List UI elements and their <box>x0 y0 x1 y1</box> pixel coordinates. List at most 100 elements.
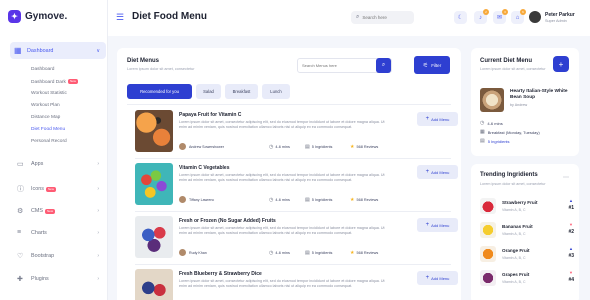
sidebar-subitem[interactable]: Personal Record <box>31 139 67 144</box>
clock-icon: ◷ <box>480 120 485 126</box>
recipe-row: Fresh Blueberry & Strawberry Dice Lorem … <box>135 269 458 300</box>
dish-time: ◷ 4-6 mins <box>480 120 503 126</box>
logo-mark-icon: ✦ <box>8 10 21 23</box>
sidebar-item-cms[interactable]: ⚙ CMS New › <box>17 207 105 215</box>
gift-count: 3 <box>502 9 508 15</box>
recipe-title[interactable]: Fresh or Frozen (No Sugar Added) Fruits <box>179 218 276 224</box>
add-menu-button[interactable]: + Add Menu <box>417 112 458 126</box>
sidebar-item-icons[interactable]: ⓘ Icons New › <box>17 184 105 194</box>
apps-icon: ▭ <box>17 161 24 168</box>
clock-icon: ◷ <box>269 250 274 256</box>
app-logo[interactable]: ✦ Gymove. <box>8 10 67 23</box>
trending-item[interactable]: Orange Fruit Vitamin A, B, C ▲ #3 <box>480 246 574 266</box>
plus-icon: + <box>425 275 430 281</box>
sidebar-subitem[interactable]: Workout Plan <box>31 103 60 108</box>
ingredient-name: Orange Fruit <box>502 248 530 253</box>
notifications-button[interactable]: ♪ 2 <box>474 9 489 24</box>
recipe-image[interactable] <box>135 163 173 205</box>
new-badge: New <box>44 208 55 214</box>
more-options-icon[interactable]: ⋯ <box>563 174 569 181</box>
star-icon: ★ <box>350 144 355 150</box>
chart-icon: ≡ <box>17 229 22 236</box>
sidebar-subitem-active[interactable]: Diet Food Menu <box>31 127 65 132</box>
sidebar-subitem[interactable]: Dashboard Dark New <box>31 79 78 85</box>
sidebar-subitem[interactable]: Workout Statistic <box>31 91 67 96</box>
add-menu-button[interactable]: + Add Menu <box>417 165 458 179</box>
plus-icon: + <box>558 59 564 69</box>
add-diet-button[interactable]: + <box>553 56 569 72</box>
page-title: Diet Food Menu <box>132 11 207 22</box>
notification-count: 2 <box>483 9 489 15</box>
tab-breakfast[interactable]: Breakfast <box>225 84 258 99</box>
diet-menus-card: Diet Menus Lorem ipsum dolor sit amet, c… <box>117 48 461 300</box>
recipe-description: Lorem ipsum dolor sit amet, consectetur … <box>179 120 385 130</box>
add-menu-button[interactable]: + Add Menu <box>417 271 458 285</box>
chevron-right-icon: › <box>97 186 99 192</box>
recipe-image[interactable] <box>135 269 173 300</box>
trend-down-icon: ▼ <box>569 222 573 227</box>
trend-up-icon: ▲ <box>569 198 573 203</box>
ingredients-icon: ▤ <box>305 144 310 150</box>
menu-toggle-icon[interactable]: ☰ <box>116 12 124 23</box>
divider <box>135 264 451 265</box>
tab-lunch[interactable]: Lunch <box>262 84 290 99</box>
ingredients-icon: ▤ <box>305 197 310 203</box>
search-input[interactable] <box>362 15 411 20</box>
recipe-author: Tiffany Lawrenc <box>179 196 214 203</box>
card-subtitle: Lorem ipsum dolor sit amet, consectetur <box>127 67 195 71</box>
ingredient-category: Vitamin A, B, C <box>502 280 526 284</box>
sidebar-subitem[interactable]: Distance Map <box>31 115 60 120</box>
divider <box>135 211 451 212</box>
recipe-image[interactable] <box>135 216 173 258</box>
trending-item[interactable]: Grapes Fruit Vitamin A, B, C ▼ #4 <box>480 270 574 290</box>
menu-search[interactable]: ⌕ <box>297 58 392 73</box>
cart-button[interactable]: ⌂ 6 <box>511 9 526 24</box>
dish-image[interactable] <box>480 88 504 112</box>
recipe-row: Fresh or Frozen (No Sugar Added) Fruits … <box>135 216 458 265</box>
gift-button[interactable]: ✉ 3 <box>493 9 508 24</box>
avatar <box>179 143 186 150</box>
clock-icon: ◷ <box>269 144 274 150</box>
dish-ingredients[interactable]: ▤ 5 Ingridients <box>480 138 510 144</box>
bell-icon: ♪ <box>479 14 482 21</box>
tab-recommended[interactable]: Recomended for you <box>127 84 192 99</box>
chevron-right-icon: › <box>97 229 99 236</box>
sidebar-item-apps[interactable]: ▭ Apps › <box>17 160 105 168</box>
header-search[interactable]: ⌕ <box>351 11 414 24</box>
calendar-icon: ▦ <box>480 129 485 135</box>
recipe-title[interactable]: Vitamin C Vegetables <box>179 165 229 171</box>
current-diet-card: Current Diet Menu Lorem ipsum dolor sit … <box>471 48 579 156</box>
plus-icon: + <box>425 116 430 122</box>
dish-title[interactable]: Hearty Italian-Style White Bean Soup <box>510 89 572 101</box>
add-menu-button[interactable]: + Add Menu <box>417 218 458 232</box>
sidebar-subitem[interactable]: Dashboard <box>31 67 54 72</box>
sidebar-item-plugins[interactable]: ✚ Plugins › <box>17 275 105 283</box>
moon-icon: ☾ <box>457 15 464 21</box>
avatar <box>179 249 186 256</box>
recipe-title[interactable]: Fresh Blueberry & Strawberry Dice <box>179 271 262 277</box>
card-subtitle: Lorem ipsum dolor sit amet, consectetur <box>480 182 546 186</box>
menu-search-input[interactable] <box>302 63 372 68</box>
ingredients-icon: ▤ <box>480 138 485 144</box>
user-name: Peter Parkur <box>545 12 575 18</box>
search-button[interactable]: ⌕ <box>376 58 391 73</box>
trending-item[interactable]: Bananas Fruit Vitamin A, B, C ▼ #2 <box>480 222 574 242</box>
avatar[interactable] <box>529 11 541 23</box>
trending-ingredients-card: Trending Ingridients Lorem ipsum dolor s… <box>471 164 579 300</box>
new-badge: New <box>67 79 78 84</box>
sidebar-item-dashboard[interactable]: ▦ Dashboard ∨ <box>10 42 106 59</box>
recipe-ingredients: ▤ 5 Ingridients <box>305 144 333 150</box>
tab-salad[interactable]: Salad <box>196 84 221 99</box>
card-title: Trending Ingridients <box>480 172 538 178</box>
ingredients-icon: ▤ <box>305 250 310 256</box>
trending-item[interactable]: Strawberry Fruit Vitamin A, B, C ▲ #1 <box>480 198 574 218</box>
sidebar-item-charts[interactable]: ≡ Charts › <box>17 229 105 236</box>
sidebar-item-label: Dashboard <box>27 47 54 54</box>
recipe-description: Lorem ipsum dolor sit amet, consectetur … <box>179 173 385 183</box>
dark-mode-toggle[interactable]: ☾ <box>454 11 467 24</box>
recipe-image[interactable] <box>135 110 173 152</box>
sidebar-item-bootstrap[interactable]: ♡ Bootstrap › <box>17 252 105 260</box>
filter-button[interactable]: ⚟ Filter <box>414 56 450 74</box>
recipe-title[interactable]: Papaya Fruit for Vitamin C <box>179 112 241 118</box>
ingredient-name: Strawberry Fruit <box>502 200 538 205</box>
